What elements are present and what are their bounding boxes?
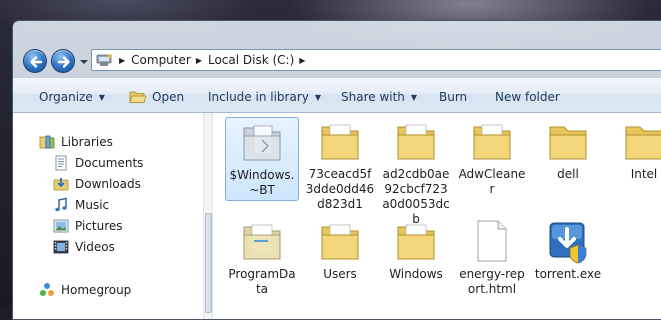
navigation-pane-scrollbar[interactable]	[203, 113, 213, 319]
include-in-library-button[interactable]: Include in library ▼	[208, 88, 321, 106]
open-button[interactable]: Open	[129, 88, 184, 106]
command-bar: Organize ▼ Open Include in library ▼ Share…	[13, 77, 661, 113]
organize-button[interactable]: Organize ▼	[39, 88, 105, 106]
videos-filmstrip-icon	[53, 240, 69, 254]
navigation-pane: Libraries Documents Downloads Music Pict…	[13, 113, 203, 319]
file-name: ProgramData	[228, 267, 296, 296]
new-folder-label: New folder	[495, 90, 560, 104]
file-item[interactable]: energy-report.html	[455, 217, 529, 297]
file-name: dell	[557, 167, 579, 181]
scrollbar-thumb[interactable]	[205, 213, 212, 313]
folder-icon	[321, 124, 359, 160]
pictures-icon	[53, 219, 69, 233]
file-item[interactable]: ProgramData	[225, 217, 299, 297]
explorer-window: ▶ Computer ▶ Local Disk (C:) ▶ Organize ▼…	[12, 20, 661, 320]
open-folder-icon	[129, 91, 147, 103]
nav-label: Videos	[75, 240, 115, 254]
downloads-icon	[53, 178, 69, 191]
folder-icon	[473, 124, 511, 160]
file-item[interactable]: 73ceacd5f3dde0dd46d823d1	[303, 117, 377, 212]
homegroup-icon	[40, 283, 54, 296]
breadcrumb-computer[interactable]: Computer	[131, 53, 191, 67]
folder-icon	[397, 224, 435, 260]
nav-item-homegroup[interactable]: Homegroup	[39, 281, 131, 299]
folder-icon	[397, 124, 435, 160]
nav-item-documents[interactable]: Documents	[53, 154, 143, 172]
breadcrumb-separator-icon[interactable]: ▶	[299, 56, 305, 65]
breadcrumb-separator-icon[interactable]: ▶	[196, 56, 202, 65]
new-folder-button[interactable]: New folder	[495, 88, 560, 106]
share-with-label: Share with	[341, 90, 405, 104]
forward-button[interactable]	[51, 49, 75, 73]
folder-icon	[549, 126, 587, 160]
file-name: 73ceacd5f3dde0dd46d823d1	[305, 167, 375, 211]
folder-icon	[243, 224, 281, 260]
open-label: Open	[152, 90, 185, 104]
installer-shield-icon	[549, 222, 587, 264]
file-name: Users	[323, 267, 357, 281]
chevron-down-icon: ▼	[314, 93, 322, 102]
title-bar	[13, 21, 661, 43]
organize-label: Organize	[39, 90, 93, 104]
back-button[interactable]	[23, 49, 47, 73]
burn-label: Burn	[439, 90, 468, 104]
nav-item-videos[interactable]: Videos	[53, 238, 115, 256]
file-item[interactable]: torrent.exe	[531, 217, 605, 282]
folder-icon	[625, 126, 661, 160]
file-item[interactable]: ad2cdb0ae92cbcf723a0d0053dcb	[379, 117, 453, 227]
nav-label: Music	[75, 198, 110, 212]
folder-icon	[243, 125, 281, 161]
breadcrumb-local-disk[interactable]: Local Disk (C:)	[208, 53, 294, 67]
recent-pages-dropdown-icon[interactable]	[79, 57, 89, 67]
nav-label: Pictures	[75, 219, 123, 233]
folder-icon	[321, 224, 359, 260]
file-name: AdwCleaner	[458, 167, 526, 196]
file-name: energy-report.html	[459, 267, 525, 296]
file-list: $Windows.~BT 73ceacd5f3dde0dd46d823d1 ad…	[213, 113, 661, 319]
nav-label: Homegroup	[61, 283, 132, 297]
burn-button[interactable]: Burn	[439, 88, 467, 106]
arrow-left-icon	[30, 56, 43, 68]
file-item[interactable]: dell	[531, 117, 605, 182]
file-item[interactable]: AdwCleaner	[455, 117, 529, 197]
nav-item-downloads[interactable]: Downloads	[53, 175, 141, 193]
arrow-right-icon	[57, 56, 70, 68]
chevron-down-icon: ▼	[98, 93, 105, 102]
nav-label: Libraries	[61, 135, 113, 149]
documents-icon	[55, 155, 67, 171]
libraries-icon	[39, 135, 55, 149]
computer-drive-icon	[96, 54, 112, 66]
file-name: Intel	[630, 167, 658, 181]
include-in-library-label: Include in library	[208, 90, 309, 104]
file-item[interactable]: Users	[303, 217, 377, 282]
file-name: Windows	[389, 267, 443, 281]
nav-item-libraries[interactable]: Libraries	[39, 133, 113, 151]
music-note-icon	[55, 197, 67, 212]
file-item[interactable]: $Windows.~BT	[225, 117, 299, 201]
file-item[interactable]: Intel	[607, 117, 661, 182]
chevron-down-icon: ▼	[410, 93, 418, 102]
nav-label: Downloads	[75, 177, 141, 191]
file-name: $Windows.~BT	[229, 168, 295, 197]
share-with-button[interactable]: Share with ▼	[341, 88, 417, 106]
nav-label: Documents	[75, 156, 144, 170]
file-item[interactable]: Windows	[379, 217, 453, 282]
html-document-icon	[477, 220, 507, 262]
address-bar[interactable]: ▶ Computer ▶ Local Disk (C:) ▶	[91, 49, 661, 71]
navigation-row: ▶ Computer ▶ Local Disk (C:) ▶	[13, 43, 661, 77]
nav-item-music[interactable]: Music	[53, 196, 109, 214]
nav-item-pictures[interactable]: Pictures	[53, 217, 123, 235]
file-name: torrent.exe	[534, 267, 602, 281]
breadcrumb-separator-icon[interactable]: ▶	[119, 56, 125, 65]
content-area: Libraries Documents Downloads Music Pict…	[13, 113, 661, 319]
